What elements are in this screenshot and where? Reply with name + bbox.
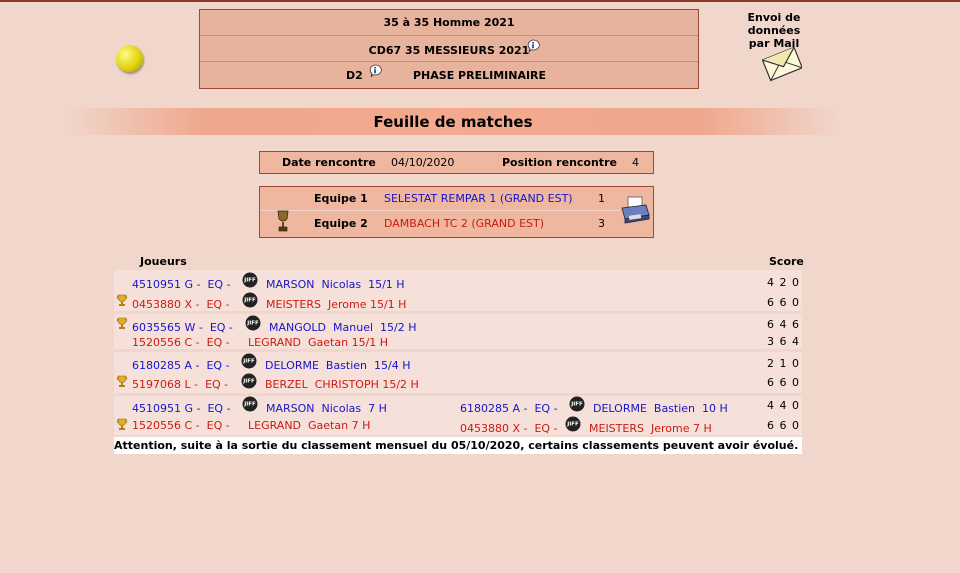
club-logo-icon: JIFF <box>569 396 585 412</box>
match-score: 6 4 6 <box>767 318 800 331</box>
player-licence: 6035565 W - EQ - <box>132 321 233 334</box>
position-value: 4 <box>632 156 639 169</box>
score-header: Score <box>769 255 804 268</box>
competition-title: 35 à 35 Homme 2021 <box>383 16 515 29</box>
team1-label: Equipe 1 <box>314 192 368 205</box>
svg-text:JIFF: JIFF <box>242 379 255 385</box>
date-label: Date rencontre <box>282 156 376 169</box>
match-score: 4 4 0 <box>767 399 800 412</box>
club-logo-icon: JIFF <box>242 396 258 412</box>
player-name[interactable]: MARSON Nicolas 15/1 H <box>266 278 405 291</box>
svg-text:JIFF: JIFF <box>242 359 255 365</box>
team2-name[interactable]: DAMBACH TC 2 (GRAND EST) <box>384 217 544 230</box>
trophy-icon <box>116 418 128 430</box>
trophy-icon <box>116 375 128 387</box>
match-score: 6 6 0 <box>767 376 800 389</box>
player-licence: 5197068 L - EQ - <box>132 378 229 391</box>
players-header: Joueurs <box>140 255 187 268</box>
trophy-icon <box>116 317 128 329</box>
player-name[interactable]: MEISTERS Jerome 15/1 H <box>266 298 406 311</box>
player-licence: 6180285 A - EQ - <box>132 359 230 372</box>
team2-score: 3 <box>598 217 605 230</box>
competition-name: CD67 35 MESSIEURS 2021 <box>368 44 530 57</box>
meeting-info: Date rencontre 04/10/2020 Position renco… <box>259 151 654 174</box>
team2-label: Equipe 2 <box>314 217 368 230</box>
club-logo-icon: JIFF <box>565 416 581 432</box>
match-score: 6 6 0 <box>767 419 800 432</box>
svg-text:JIFF: JIFF <box>243 278 256 284</box>
player-name[interactable]: BERZEL CHRISTOPH 15/2 H <box>265 378 419 391</box>
svg-text:JIFF: JIFF <box>246 321 259 327</box>
phase-label: PHASE PRELIMINAIRE <box>413 69 547 82</box>
match-score: 4 2 0 <box>767 276 800 289</box>
club-logo-icon: JIFF <box>242 292 258 308</box>
team1-score: 1 <box>598 192 605 205</box>
competition-subtitle: CD67 35 MESSIEURS 2021 <box>200 44 698 57</box>
page-title: Feuille de matches <box>373 113 533 131</box>
player-name[interactable]: MANGOLD Manuel 15/2 H <box>269 321 416 334</box>
player-licence: 4510951 G - EQ - <box>132 278 231 291</box>
club-logo-icon: JIFF <box>242 272 258 288</box>
svg-text:JIFF: JIFF <box>570 402 583 408</box>
competition-header: 35 à 35 Homme 2021 CD67 35 MESSIEURS 202… <box>199 9 699 89</box>
division-label: D2 <box>346 69 363 82</box>
player-licence: 1520556 C - EQ - <box>132 336 230 349</box>
player-name[interactable]: MEISTERS Jerome 7 H <box>589 422 712 435</box>
team1-name[interactable]: SELESTAT REMPAR 1 (GRAND EST) <box>384 192 573 205</box>
ranking-warning: Attention, suite à la sortie du classeme… <box>114 437 802 454</box>
trophy-icon <box>116 294 128 306</box>
player-licence: 0453880 X - EQ - <box>132 298 230 311</box>
teams-panel: Equipe 1 SELESTAT REMPAR 1 (GRAND EST) 1… <box>259 186 654 238</box>
player-licence: 0453880 X - EQ - <box>460 422 558 435</box>
club-logo-icon: JIFF <box>241 373 257 389</box>
mail-label-line1: Envoi de données <box>747 11 801 37</box>
printer-icon[interactable] <box>619 195 651 225</box>
club-logo-icon: JIFF <box>245 315 261 331</box>
top-border <box>0 0 960 2</box>
tennis-ball-icon <box>116 45 143 72</box>
date-value: 04/10/2020 <box>391 156 455 169</box>
match-score: 2 1 0 <box>767 357 800 370</box>
player-licence: 1520556 C - EQ - <box>132 419 230 432</box>
envelope-icon[interactable] <box>762 44 802 82</box>
position-label: Position rencontre <box>502 156 617 169</box>
player-licence: 6180285 A - EQ - <box>460 402 558 415</box>
info-icon[interactable] <box>526 39 540 53</box>
match-score: 3 6 4 <box>767 335 800 348</box>
player-name[interactable]: DELORME Bastien 15/4 H <box>265 359 410 372</box>
svg-text:JIFF: JIFF <box>243 298 256 304</box>
trophy-icon <box>277 210 289 232</box>
svg-text:JIFF: JIFF <box>566 422 579 428</box>
club-logo-icon: JIFF <box>241 353 257 369</box>
info-icon[interactable] <box>368 64 382 78</box>
svg-text:JIFF: JIFF <box>243 402 256 408</box>
player-name[interactable]: LEGRAND Gaetan 15/1 H <box>248 336 388 349</box>
player-licence: 4510951 G - EQ - <box>132 402 231 415</box>
match-score: 6 6 0 <box>767 296 800 309</box>
player-name[interactable]: MARSON Nicolas 7 H <box>266 402 387 415</box>
player-name[interactable]: LEGRAND Gaetan 7 H <box>248 419 370 432</box>
page-title-banner: Feuille de matches <box>68 108 838 135</box>
player-name[interactable]: DELORME Bastien 10 H <box>593 402 728 415</box>
